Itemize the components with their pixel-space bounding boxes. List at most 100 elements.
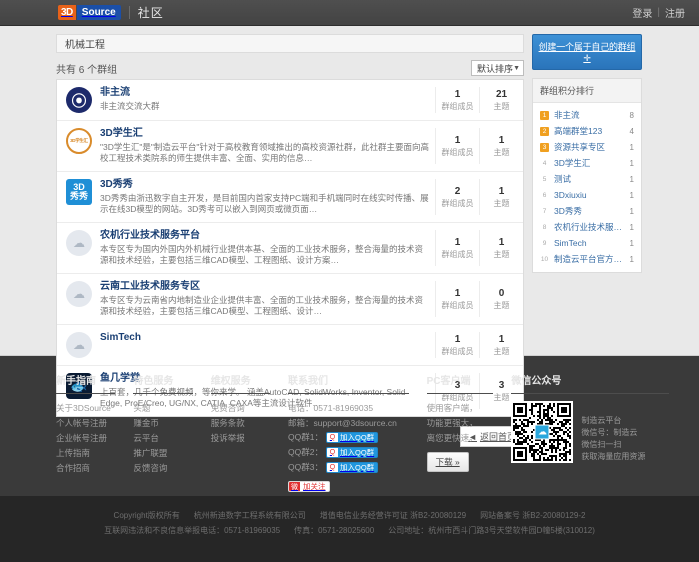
group-list-item[interactable]: ☁ 云南工业技术服务专区本专区专为云南省内地制造业企业提供丰富、全面的工业技术服务… <box>57 274 523 325</box>
qq-group-label: QQ群2： <box>288 447 323 457</box>
rank-group-name[interactable]: 3Dxiuxiu <box>554 190 626 201</box>
group-avatar-3dxiuxiu[interactable]: 3D 秀秀 <box>66 179 92 205</box>
site-footer: 新手指南 关于3DSource 个人帐号注册 企业帐号注册 上传指南 合作招商 特色服务… <box>0 356 699 496</box>
footer-link[interactable]: 服务条款 <box>211 416 270 431</box>
copyright-line-2: 互联网违法和不良信息举报电话：0571-81969035 传真：0571-2802… <box>0 523 699 538</box>
group-ranking-item[interactable]: 4 3D学生汇 1 <box>538 155 636 171</box>
footer-link[interactable]: 反馈咨询 <box>133 461 192 476</box>
group-ranking-item[interactable]: 2 高端群堂123 4 <box>538 123 636 139</box>
footer-link[interactable]: 投诉举报 <box>211 431 270 446</box>
member-count-value: 1 <box>454 288 461 299</box>
group-topic-count: 1 主题 <box>479 332 523 358</box>
footer-link[interactable]: 免费咨询 <box>211 401 270 416</box>
wechat-text-line: 微信扫一扫 <box>581 440 622 449</box>
group-name-link[interactable]: 云南工业技术服务专区 <box>100 281 429 293</box>
footer-link[interactable]: 推广联盟 <box>133 446 192 461</box>
rank-score: 1 <box>629 142 634 152</box>
join-qq-group-button[interactable]: Q 加入QQ群 <box>325 461 379 473</box>
group-name-link[interactable]: SimTech <box>100 332 429 344</box>
join-qq-group-button[interactable]: Q 加入QQ群 <box>325 446 379 458</box>
rank-score: 1 <box>629 238 634 248</box>
group-avatar-feizhuliu[interactable]: ⦿ <box>66 87 92 113</box>
group-list-item[interactable]: ☁ 农机行业技术服务平台 本专区专为国内外国内外机械行业提供本基、全面的工业技术服务… <box>57 223 523 274</box>
rank-group-name[interactable]: SimTech <box>554 238 626 249</box>
group-name-link[interactable]: 非主流 <box>100 87 429 99</box>
footer-link[interactable]: 企业帐号注册 <box>56 431 115 446</box>
member-count-value: 1 <box>454 237 461 248</box>
group-topic-count: 0 主题 <box>479 281 523 317</box>
member-count-label: 群组成员 <box>441 199 474 208</box>
register-link[interactable]: 注册 <box>665 5 685 20</box>
group-ranking-item[interactable]: 5 测试 1 <box>538 171 636 187</box>
group-ranking-item[interactable]: 8 农机行业技术服务平台1 <box>538 219 636 235</box>
rank-score: 1 <box>629 158 634 168</box>
logo-3d-text: 3D <box>58 5 76 20</box>
rank-group-name[interactable]: 测试 <box>554 174 626 185</box>
member-count-value: 1 <box>454 334 461 345</box>
group-avatar-yunnan[interactable]: ☁ <box>66 281 92 307</box>
footer-link[interactable]: 合作招商 <box>56 461 115 476</box>
qq-group-row: QQ群2： Q 加入QQ群 <box>288 446 409 458</box>
download-client-button[interactable]: 下载 » <box>426 452 469 472</box>
group-list-item[interactable]: ☁ SimTech 1 群组成员 1 主题 <box>57 325 523 366</box>
group-name-link[interactable]: 3D秀秀 <box>100 179 429 191</box>
group-list-item[interactable]: ⦿ 非主流 非主流交流大群 1 群组成员 21 主题 <box>57 80 523 121</box>
footer-link[interactable]: 头题 <box>133 401 192 416</box>
rank-score: 1 <box>629 206 634 216</box>
footer-column-pc-client: PC客户端 使用客户端， 功能更强大， 离您更快速。 下载 » <box>426 372 512 496</box>
wechat-text-line: 获取海量应用资源 <box>581 452 646 461</box>
site-logo[interactable]: 3D Source <box>58 5 121 20</box>
weibo-follow-label: 加关注 <box>303 482 326 491</box>
footer-link[interactable]: 云平台 <box>133 431 192 446</box>
group-avatar-3dxueshenghui[interactable]: 3D学生汇 <box>66 128 92 154</box>
group-info: 3D学生汇 "3D学生汇"是"制造云平台"针对于高校教育领域推出的高校资源社群，此… <box>100 128 435 164</box>
weibo-follow-button[interactable]: 微 加关注 <box>288 481 330 492</box>
join-qq-group-button[interactable]: Q 加入QQ群 <box>325 431 379 443</box>
group-description: 本专区专为云南省内地制造业企业提供丰富、全面的工业技术服务，整合海量的技术资源和… <box>100 295 424 316</box>
rank-group-name[interactable]: 资源共享专区 <box>554 142 626 153</box>
footer-column-rights: 维权服务 免费咨询 服务条款 投诉举报 <box>210 372 288 496</box>
rank-position: 4 <box>542 159 547 167</box>
sort-order-value: 默认排序 <box>477 63 514 74</box>
footer-link[interactable]: 上传指南 <box>56 446 115 461</box>
rank-score: 1 <box>629 222 634 232</box>
create-group-button[interactable]: 创建一个属于自己的群组 ✛ <box>532 34 642 70</box>
group-avatar-nongji[interactable]: ☁ <box>66 230 92 256</box>
pc-client-text: 离您更快速。 <box>426 433 478 443</box>
rank-group-name[interactable]: 3D学生汇 <box>554 158 626 169</box>
rank-group-name[interactable]: 非主流 <box>554 110 626 121</box>
topic-count-value: 21 <box>495 89 508 100</box>
footer-link[interactable]: 关于3DSource <box>56 401 115 416</box>
rank-position: 2 <box>540 126 549 136</box>
group-name-link[interactable]: 农机行业技术服务平台 <box>100 230 429 242</box>
group-ranking-item[interactable]: 3 资源共享专区 1 <box>538 139 636 155</box>
list-toolbar: 共有 6 个群组 默认排序 ▼ <box>56 57 524 79</box>
topic-count-value: 1 <box>498 237 505 248</box>
group-ranking-item[interactable]: 1 非主流 8 <box>538 107 636 123</box>
group-ranking-item[interactable]: 9 SimTech 1 <box>538 235 636 251</box>
rank-position: 10 <box>540 255 549 263</box>
footer-newbie-title: 新手指南 <box>56 372 116 394</box>
group-ranking-item[interactable]: 10 制造云平台官方客服群1 <box>538 251 636 267</box>
group-list-item[interactable]: 3D学生汇 3D学生汇 "3D学生汇"是"制造云平台"针对于高校教育领域推出的高校资… <box>57 121 523 172</box>
group-avatar-simtech[interactable]: ☁ <box>66 332 92 358</box>
sort-order-select[interactable]: 默认排序 ▼ <box>471 60 524 76</box>
member-count-label: 群组成员 <box>441 148 474 157</box>
copyright-bar: Copyright版权所有 杭州新迪数字工程系统有限公司 增值电信业务经营许可证 浙… <box>0 496 699 562</box>
rank-group-name[interactable]: 农机行业技术服务平台 <box>554 222 626 233</box>
rank-group-name[interactable]: 高端群堂123 <box>554 126 626 137</box>
login-link[interactable]: 登录 <box>632 5 652 20</box>
group-list-item[interactable]: 3D 秀秀 3D秀秀 3D秀秀由浙迅数字自主开发，是目前国内首家支持PC端和手机端同时… <box>57 172 523 223</box>
group-list: ⦿ 非主流 非主流交流大群 1 群组成员 21 主题 3D学生汇 3D学生汇 "3D学生汇"是"制… <box>56 79 524 417</box>
rank-group-name[interactable]: 制造云平台官方客服群 <box>554 254 626 265</box>
copyright-segment: 传真：0571-28025600 <box>294 526 375 535</box>
group-info: 3D秀秀 3D秀秀由浙迅数字自主开发，是目前国内首家支持PC端和手机端同时在线实时… <box>100 179 435 215</box>
group-name-link[interactable]: 3D学生汇 <box>100 128 429 140</box>
rank-group-name[interactable]: 3D秀秀 <box>554 206 626 217</box>
group-info: 云南工业技术服务专区本专区专为云南省内地制造业企业提供丰富、全面的工业技术服务，… <box>100 281 435 317</box>
footer-link[interactable]: 个人帐号注册 <box>56 416 115 431</box>
group-ranking-item[interactable]: 6 3Dxiuxiu 1 <box>538 187 636 203</box>
rank-score: 1 <box>629 254 634 264</box>
group-ranking-item[interactable]: 7 3D秀秀 1 <box>538 203 636 219</box>
footer-link[interactable]: 赚金币 <box>133 416 192 431</box>
